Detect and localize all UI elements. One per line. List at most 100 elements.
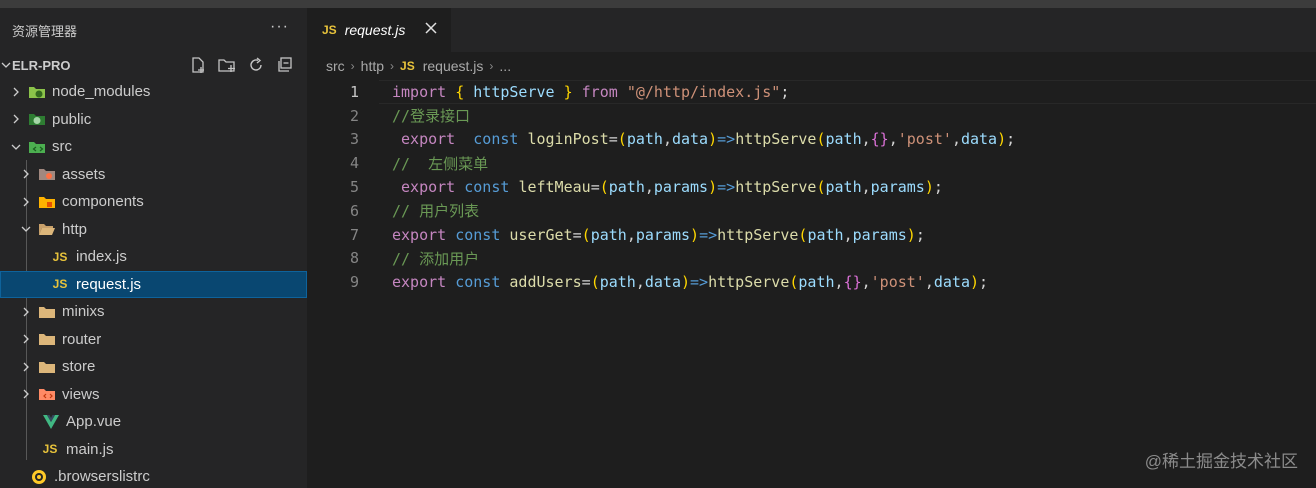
code-token: => (717, 130, 736, 149)
line-number: 3 (349, 130, 359, 149)
code-token: export (401, 178, 456, 197)
code-token: // 用户列表 (392, 202, 480, 221)
code-token: httpServe (735, 130, 817, 149)
code-token: ; (979, 273, 989, 292)
tree-item-browserslistrc[interactable]: .browserslistrc (0, 463, 307, 488)
code-token: ) (997, 130, 1007, 149)
chevron-right-icon (8, 111, 24, 127)
code-line[interactable]: 6 // 用户列表 (307, 199, 1316, 223)
refresh-icon[interactable] (246, 55, 266, 75)
code-token: ; (915, 225, 925, 244)
code-token: {} (870, 130, 889, 149)
code-token: httpServe (708, 273, 790, 292)
tab-bar: JS request.js (307, 8, 1316, 52)
chevron-right-icon (18, 359, 34, 375)
close-icon[interactable] (423, 20, 439, 36)
code-line[interactable]: 1 import { httpServe } from "@/http/index… (307, 80, 1316, 104)
code-line[interactable]: 4 // 左侧菜单 (307, 151, 1316, 175)
code-token: path (599, 273, 636, 292)
code-token: path (798, 273, 835, 292)
breadcrumb-more[interactable]: ... (499, 58, 511, 74)
code-token: ) (708, 130, 718, 149)
code-line[interactable]: 8 // 添加用户 (307, 247, 1316, 271)
code-token: path (825, 130, 862, 149)
code-token: loginPost (527, 130, 609, 149)
code-token: export (392, 225, 447, 244)
chevron-right-icon (18, 304, 34, 320)
code-token: = (581, 273, 591, 292)
tree-item-node-modules[interactable]: node_modules (0, 78, 307, 106)
js-file-icon: JS (322, 23, 337, 37)
code-line[interactable]: 3 export const loginPost=(path,data)=>ht… (307, 128, 1316, 152)
code-token: => (690, 273, 709, 292)
code-token: ; (780, 82, 790, 101)
line-number: 5 (349, 178, 359, 197)
collapse-all-icon[interactable] (275, 55, 295, 75)
line-number: 2 (349, 106, 359, 125)
code-token: httpServe (735, 178, 817, 197)
project-section-header[interactable]: ELR-PRO (0, 52, 307, 78)
chevron-right-icon: › (489, 59, 494, 73)
code-token: , (888, 130, 898, 149)
tree-item-assets[interactable]: assets (0, 161, 307, 189)
tree-item-label: components (62, 193, 144, 211)
tab-request-js[interactable]: JS request.js (307, 8, 451, 52)
tree-item-index-js[interactable]: JS index.js (0, 243, 307, 271)
code-token: const (473, 130, 519, 149)
code-token: const (455, 273, 501, 292)
code-text: export const loginPost=(path,data)=>http… (392, 130, 1015, 148)
chevron-right-icon (18, 194, 34, 210)
code-line[interactable]: 9 export const addUsers=(path,data)=>http… (307, 270, 1316, 294)
open-folder-icon (38, 220, 56, 238)
tree-item-src[interactable]: src (0, 133, 307, 161)
line-number: 7 (349, 225, 359, 244)
code-token: from (581, 82, 618, 101)
tab-label: request.js (344, 22, 406, 38)
code-editor[interactable]: 1 import { httpServe } from "@/http/index… (307, 80, 1316, 294)
code-token: addUsers (509, 273, 582, 292)
chevron-right-icon: › (350, 59, 355, 73)
code-token: , (644, 178, 654, 197)
node-modules-folder-icon (28, 83, 46, 101)
code-token: { (455, 82, 465, 101)
code-token: 'post' (897, 130, 952, 149)
code-token: //登录接口 (392, 107, 471, 126)
code-text: export const addUsers=(path,data)=>httpS… (392, 273, 988, 291)
explorer-title: 资源管理器 (12, 23, 78, 39)
vue-file-icon (42, 413, 60, 431)
tree-item-main-js[interactable]: JS main.js (0, 436, 307, 464)
code-token: ( (590, 273, 600, 292)
breadcrumb-item-http[interactable]: http (361, 58, 384, 74)
tree-item-router[interactable]: router (0, 326, 307, 354)
breadcrumb-item-src[interactable]: src (326, 58, 345, 74)
tree-item-components[interactable]: components (0, 188, 307, 216)
code-token: ( (816, 130, 826, 149)
code-line[interactable]: 5 export const leftMeau=(path,params)=>h… (307, 175, 1316, 199)
code-token: userGet (509, 225, 573, 244)
code-line[interactable]: 2 //登录接口 (307, 104, 1316, 128)
tree-item-minixs[interactable]: minixs (0, 298, 307, 326)
new-file-icon[interactable] (188, 55, 208, 75)
tree-item-app-vue[interactable]: App.vue (0, 408, 307, 436)
tree-item-http[interactable]: http (0, 216, 307, 244)
code-token: path (825, 178, 862, 197)
tree-item-label: App.vue (66, 413, 122, 431)
tree-item-views[interactable]: views (0, 381, 307, 409)
code-line[interactable]: 7 export const userGet=(path,params)=>htt… (307, 223, 1316, 247)
tree-item-label: http (62, 220, 88, 238)
code-token: , (662, 130, 672, 149)
line-number: 8 (349, 249, 359, 268)
editor-area: JS request.js src › http › JS request.js… (307, 8, 1316, 488)
tree-item-public[interactable]: public (0, 106, 307, 134)
assets-folder-icon (38, 165, 56, 183)
tree-item-store[interactable]: store (0, 353, 307, 381)
new-folder-icon[interactable] (217, 55, 237, 75)
more-actions-icon[interactable]: ··· (270, 18, 289, 36)
breadcrumb: src › http › JS request.js › ... (307, 52, 1316, 80)
chevron-down-icon (0, 58, 12, 73)
tree-item-request-js[interactable]: JS request.js (0, 270, 307, 298)
code-text: //登录接口 (392, 105, 470, 126)
breadcrumb-item-file[interactable]: request.js (423, 58, 484, 74)
